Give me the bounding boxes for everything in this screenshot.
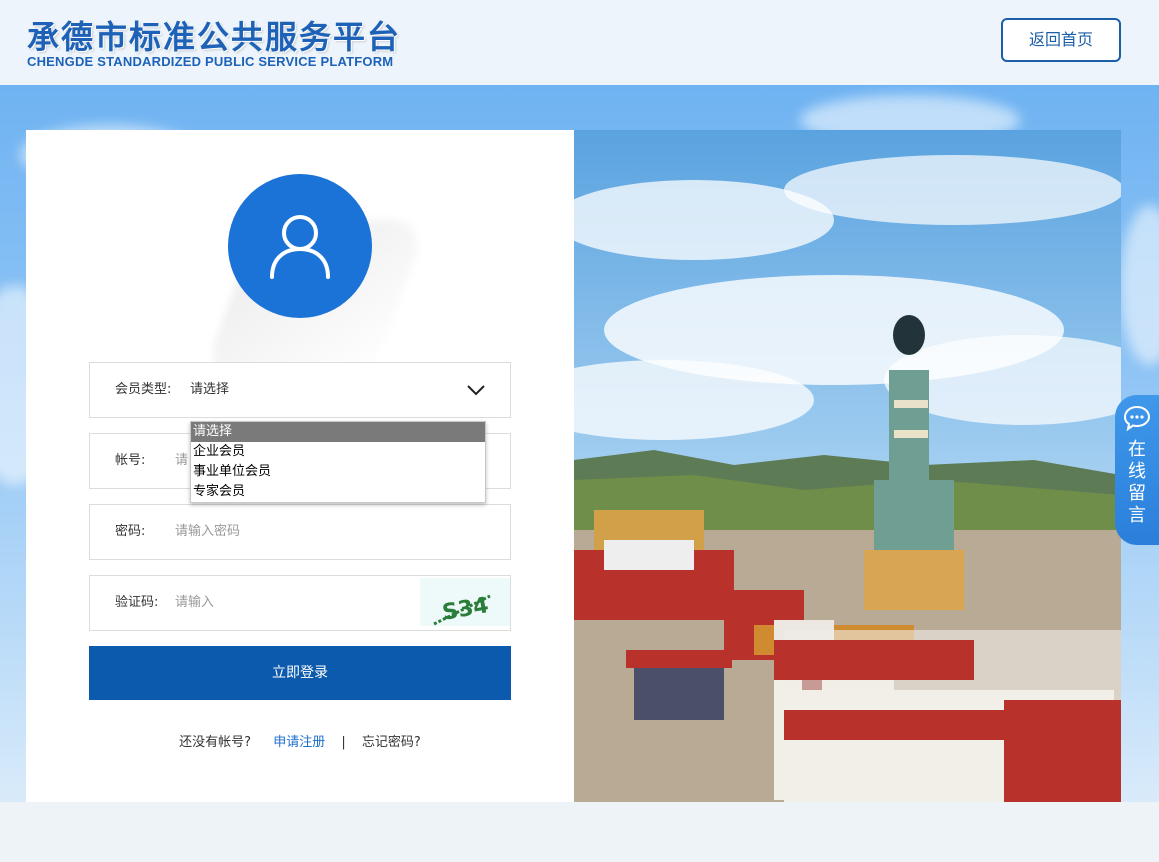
user-icon	[270, 215, 330, 279]
dropdown-option[interactable]: 企业会员	[191, 442, 485, 462]
login-button[interactable]: 立即登录	[89, 646, 511, 700]
chevron-down-icon	[467, 385, 485, 396]
member-type-value: 请选择	[190, 382, 230, 397]
temple-illustration	[574, 130, 1121, 802]
user-avatar	[228, 174, 372, 318]
captcha-field[interactable]: 验证码: 请输入 S34	[89, 575, 511, 631]
captcha-label: 验证码:	[115, 595, 159, 610]
temple-photo	[574, 130, 1121, 802]
member-type-dropdown[interactable]: 请选择 企业会员 事业单位会员 专家会员	[190, 421, 486, 503]
password-input[interactable]: 请输入密码	[175, 505, 240, 559]
member-type-label: 会员类型:	[115, 382, 172, 397]
captcha-text: S34	[440, 593, 490, 626]
dropdown-option[interactable]: 请选择	[191, 422, 485, 442]
back-home-button[interactable]: 返回首页	[1001, 18, 1121, 62]
forgot-password-link[interactable]: 忘记密码?	[362, 735, 421, 750]
register-link[interactable]: 申请注册	[273, 735, 325, 750]
account-input[interactable]: 请	[175, 434, 188, 488]
account-links: 还没有帐号? 申请注册 | 忘记密码?	[89, 731, 511, 750]
dropdown-option[interactable]: 事业单位会员	[191, 462, 485, 482]
link-separator: |	[341, 735, 346, 750]
online-message-tab[interactable]: 在线留言	[1115, 395, 1159, 545]
account-label: 帐号:	[115, 453, 146, 468]
chat-tab-label: 在线留言	[1128, 439, 1146, 526]
password-field[interactable]: 密码: 请输入密码	[89, 504, 511, 560]
password-label: 密码:	[115, 524, 146, 539]
site-subtitle: CHENGDE STANDARDIZED PUBLIC SERVICE PLAT…	[27, 54, 394, 69]
captcha-image[interactable]: S34	[420, 578, 510, 626]
captcha-graphic: S34	[433, 593, 491, 626]
member-type-select[interactable]: 会员类型: 请选择	[89, 362, 511, 418]
site-title: 承德市标准公共服务平台	[27, 18, 402, 56]
no-account-text: 还没有帐号?	[179, 735, 252, 750]
dropdown-option[interactable]: 专家会员	[191, 482, 485, 502]
captcha-input[interactable]: 请输入	[175, 576, 214, 630]
site-header: 承德市标准公共服务平台 CHENGDE STANDARDIZED PUBLIC …	[0, 0, 1159, 85]
chat-bubble-icon	[1123, 405, 1151, 431]
